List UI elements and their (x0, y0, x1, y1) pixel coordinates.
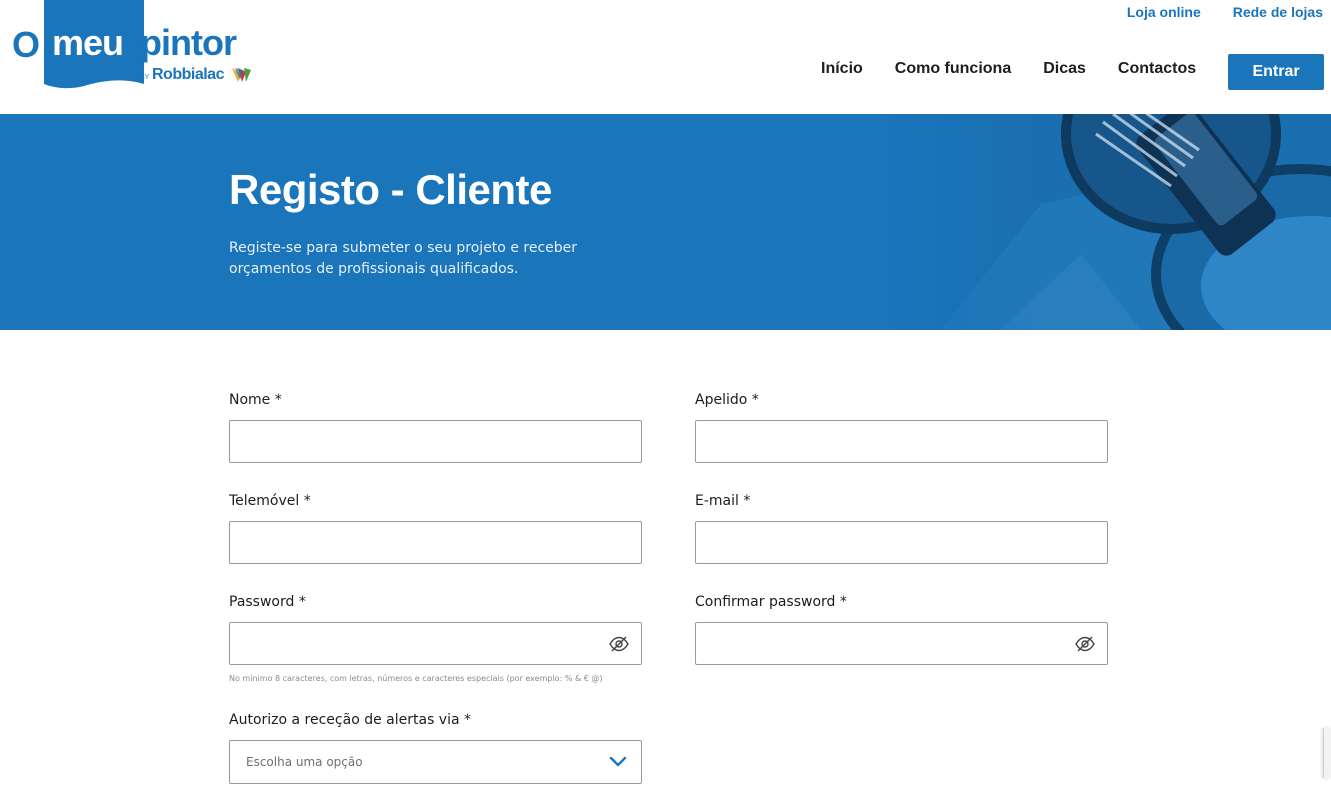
hero-banner: Registo - Cliente Registe-se para submet… (0, 114, 1331, 330)
apelido-input[interactable] (696, 421, 1107, 462)
email-input-box (695, 521, 1108, 564)
logo-brand: Robbialac (152, 66, 224, 83)
site-header: O meu pintor BY Robbialac Loja online Re… (0, 0, 1331, 114)
apelido-label: Apelido * (695, 392, 759, 408)
field-password: Password * No mínimo 8 caracteres, com l… (229, 594, 642, 683)
paint-can-icon (881, 114, 1331, 330)
page-subtitle: Registe-se para submeter o seu projeto e… (229, 240, 578, 277)
eye-slash-icon[interactable] (609, 635, 629, 653)
page-title: Registo - Cliente (229, 166, 552, 213)
field-email: E-mail * (695, 493, 1108, 564)
top-links: Loja online Rede de lojas (1127, 4, 1323, 20)
logo-by: BY (140, 74, 150, 81)
recaptcha-badge[interactable] (1323, 728, 1331, 778)
telemovel-input-box (229, 521, 642, 564)
nome-input-box (229, 420, 642, 463)
nav-contactos[interactable]: Contactos (1118, 60, 1196, 78)
nome-label: Nome * (229, 392, 282, 408)
password-hint: No mínimo 8 caracteres, com letras, núme… (229, 674, 603, 683)
field-nome: Nome * (229, 392, 642, 463)
email-input[interactable] (696, 522, 1107, 563)
password-input-box (229, 622, 642, 665)
main-nav: Início Como funciona Dicas Contactos (821, 60, 1196, 78)
nav-como-funciona[interactable]: Como funciona (895, 60, 1011, 78)
top-link-loja-online[interactable]: Loja online (1127, 4, 1201, 20)
nav-dicas[interactable]: Dicas (1043, 60, 1086, 78)
logo-text-meu: meu (52, 22, 124, 63)
confirm-password-input-box (695, 622, 1108, 665)
alerts-select-value: Escolha uma opção (246, 755, 363, 769)
confirm-password-label: Confirmar password * (695, 594, 847, 610)
password-input[interactable] (230, 623, 641, 664)
chevron-down-icon (609, 756, 627, 767)
logo-text-o: O (12, 24, 40, 65)
robbialac-mark-icon (232, 68, 251, 82)
nome-input[interactable] (230, 421, 641, 462)
alerts-label: Autorizo a receção de alertas via * (229, 712, 472, 728)
field-confirm-password: Confirmar password * (695, 594, 1108, 665)
logo[interactable]: O meu pintor BY Robbialac (12, 0, 252, 92)
eye-slash-icon[interactable] (1075, 635, 1095, 653)
telemovel-label: Telemóvel * (229, 493, 311, 509)
alerts-select[interactable]: Escolha uma opção (229, 740, 642, 784)
field-alerts: Autorizo a receção de alertas via * Esco… (229, 712, 642, 784)
field-apelido: Apelido * (695, 392, 1108, 463)
login-button[interactable]: Entrar (1228, 54, 1324, 90)
email-label: E-mail * (695, 493, 751, 509)
telemovel-input[interactable] (230, 522, 641, 563)
logo-text-pintor: pintor (140, 22, 237, 63)
top-link-rede-de-lojas[interactable]: Rede de lojas (1233, 4, 1323, 20)
password-label: Password * (229, 594, 306, 610)
nav-inicio[interactable]: Início (821, 60, 863, 78)
confirm-password-input[interactable] (696, 623, 1107, 664)
apelido-input-box (695, 420, 1108, 463)
field-telemovel: Telemóvel * (229, 493, 642, 564)
